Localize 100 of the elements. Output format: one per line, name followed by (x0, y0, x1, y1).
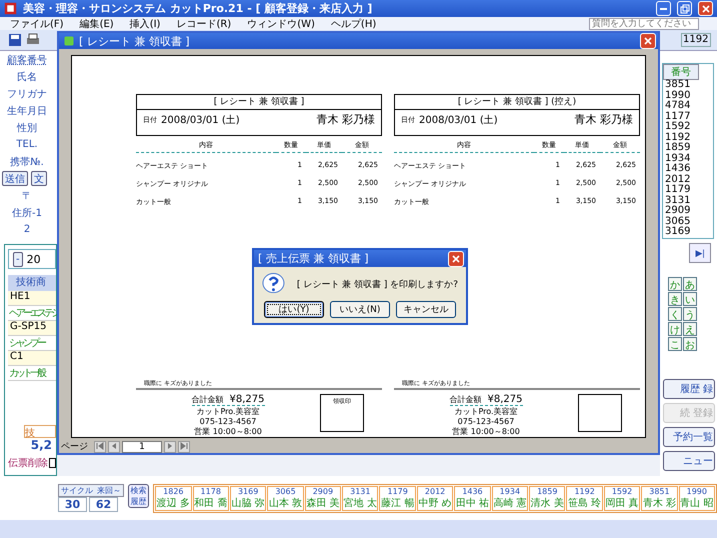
menu-item[interactable]: 編集(E) (80, 16, 114, 30)
minimize-button[interactable] (656, 1, 671, 16)
customer-chip[interactable]: 3131 宮地 太 (342, 486, 378, 511)
total-label: 合計金額 (192, 394, 224, 405)
dialog-button[interactable]: いいえ(N) (330, 301, 390, 318)
field-label: 性別 (16, 122, 38, 134)
list-item[interactable]: 1990 (663, 90, 713, 101)
menu-item[interactable]: 挿入(I) (130, 16, 160, 30)
menu-item[interactable]: ウィンドウ(W) (247, 16, 315, 30)
customer-chip[interactable]: 1179 藤江 暢 (379, 486, 416, 511)
restore-button[interactable] (677, 1, 692, 16)
list-item[interactable]: 4784 (663, 101, 713, 112)
page-number-field[interactable]: 1 (122, 440, 162, 452)
list-item[interactable]: 1192 (663, 132, 713, 143)
toolbar-field[interactable]: 1192 (681, 33, 711, 47)
send-button[interactable]: 文 (31, 171, 47, 186)
left-icon (110, 442, 118, 450)
send-button[interactable]: 送信 (2, 171, 28, 186)
next-page-button[interactable] (164, 440, 176, 452)
kana-button[interactable]: う (683, 306, 697, 320)
list-item[interactable]: 1859 (663, 143, 713, 154)
shop-hours: 営業 10:00～8:00 (452, 426, 520, 437)
kana-button[interactable]: お (683, 336, 697, 350)
customer-chip[interactable]: 1192 笹島 玲 (566, 486, 603, 511)
customer-chip[interactable]: 3065 山本 敦 (267, 486, 304, 511)
list-item[interactable]: 3851 (663, 80, 713, 90)
customer-chip[interactable]: 2909 森田 美 (304, 486, 342, 511)
delete-checkbox[interactable] (49, 458, 56, 468)
dialog-message: [ レシート 兼 領収書 ] を印刷しますか? (296, 278, 458, 290)
close-icon (452, 254, 460, 262)
field-label: 氏名 (16, 70, 38, 84)
total-amount: ¥8,275 (230, 394, 264, 405)
preview-close-button[interactable] (640, 33, 656, 49)
menu-item[interactable]: ヘルプ(H) (330, 16, 376, 30)
dialog-close-button[interactable] (448, 250, 464, 266)
save-icon[interactable] (8, 33, 22, 47)
prev-page-button[interactable] (108, 440, 120, 452)
customer-chip[interactable]: 1592 岡田 真 (604, 486, 640, 511)
total-label: 技 (24, 425, 56, 438)
collapse-button[interactable]: - (13, 252, 23, 266)
customer-chip[interactable]: 3851 青木 彩 (641, 486, 678, 511)
customer-chip[interactable]: 2012 中野 め (416, 486, 454, 511)
item-code[interactable]: HE1 (8, 291, 56, 306)
shop-phone: 075-123-4567 (458, 417, 514, 426)
last-record-button[interactable]: ▶| (689, 242, 711, 262)
list-item[interactable]: 2012 (663, 174, 713, 185)
dialog-button[interactable]: キャンセル (396, 301, 456, 318)
field-label: フリガナ (6, 88, 48, 100)
close-button[interactable] (698, 1, 713, 16)
list-item[interactable]: 2909 (663, 206, 713, 216)
last-page-button[interactable] (178, 440, 190, 452)
minimize-icon (660, 8, 667, 10)
list-item[interactable]: 1177 (663, 112, 713, 122)
dialog-button[interactable]: はい(Y) (264, 301, 324, 318)
customer-chip[interactable]: 1859 清水 美 (529, 486, 566, 511)
receipt-title: [ レシート 兼 領収書 ] (137, 95, 381, 110)
field-label: 顧客番号 (6, 54, 48, 66)
list-item[interactable]: 3065 (663, 216, 713, 227)
side-button[interactable]: 履歴 録 (663, 378, 715, 398)
customer-chip[interactable]: 1826 渡辺 多 (155, 486, 192, 511)
list-item[interactable]: 1436 (663, 164, 713, 174)
stamp-box (578, 394, 622, 432)
customer-chip[interactable]: 1934 高崎 憲 (492, 486, 528, 511)
menu-item[interactable]: レコード(R) (176, 16, 232, 30)
customer-chip[interactable]: 1178 和田 喬 (192, 486, 229, 511)
date-field[interactable]: 20 (26, 252, 41, 266)
list-item[interactable]: 1179 (663, 185, 713, 196)
field-label: TEL. (15, 139, 39, 150)
item-code[interactable]: C1 (8, 351, 56, 366)
kana-button[interactable]: か (668, 276, 682, 290)
item-code[interactable]: G-SP15 (8, 321, 56, 336)
kana-button[interactable]: え (683, 322, 697, 336)
kana-button[interactable]: け (668, 322, 682, 336)
menu-item[interactable]: ファイル(F) (10, 16, 64, 30)
first-page-button[interactable] (94, 440, 106, 452)
shop-name: カットPro.美容室 (454, 406, 518, 417)
side-button[interactable]: ニュー (663, 450, 715, 470)
field-label: 〒 (21, 190, 33, 202)
last-icon (180, 442, 188, 450)
history-button[interactable]: 検索履歴 (128, 484, 150, 508)
list-item[interactable]: 3169 (663, 227, 713, 238)
customer-chip[interactable]: 1436 田中 祐 (454, 486, 491, 511)
column-header: 番号 (663, 64, 699, 80)
side-button[interactable]: 予約一覧 (663, 426, 715, 446)
shop-name: カットPro.美容室 (196, 406, 260, 417)
customer-chip[interactable]: 1990 青山 昭 (678, 486, 715, 511)
total-amount: ¥8,275 (488, 394, 522, 405)
total-label: 合計金額 (450, 394, 482, 405)
list-item[interactable]: 3131 (663, 196, 713, 206)
kana-button[interactable]: く (668, 306, 682, 320)
list-item[interactable]: 1934 (663, 154, 713, 164)
print-icon[interactable] (26, 33, 40, 47)
count-label: サイクル (60, 485, 94, 496)
kana-button[interactable]: い (683, 292, 697, 306)
kana-button[interactable]: あ (683, 276, 697, 290)
kana-button[interactable]: き (668, 292, 682, 306)
kana-button[interactable]: こ (668, 336, 682, 350)
receipt-date: 2008/03/01 (土) (419, 114, 499, 126)
list-item[interactable]: 1592 (663, 122, 713, 132)
customer-chip[interactable]: 3169 山脇 弥 (230, 486, 266, 511)
